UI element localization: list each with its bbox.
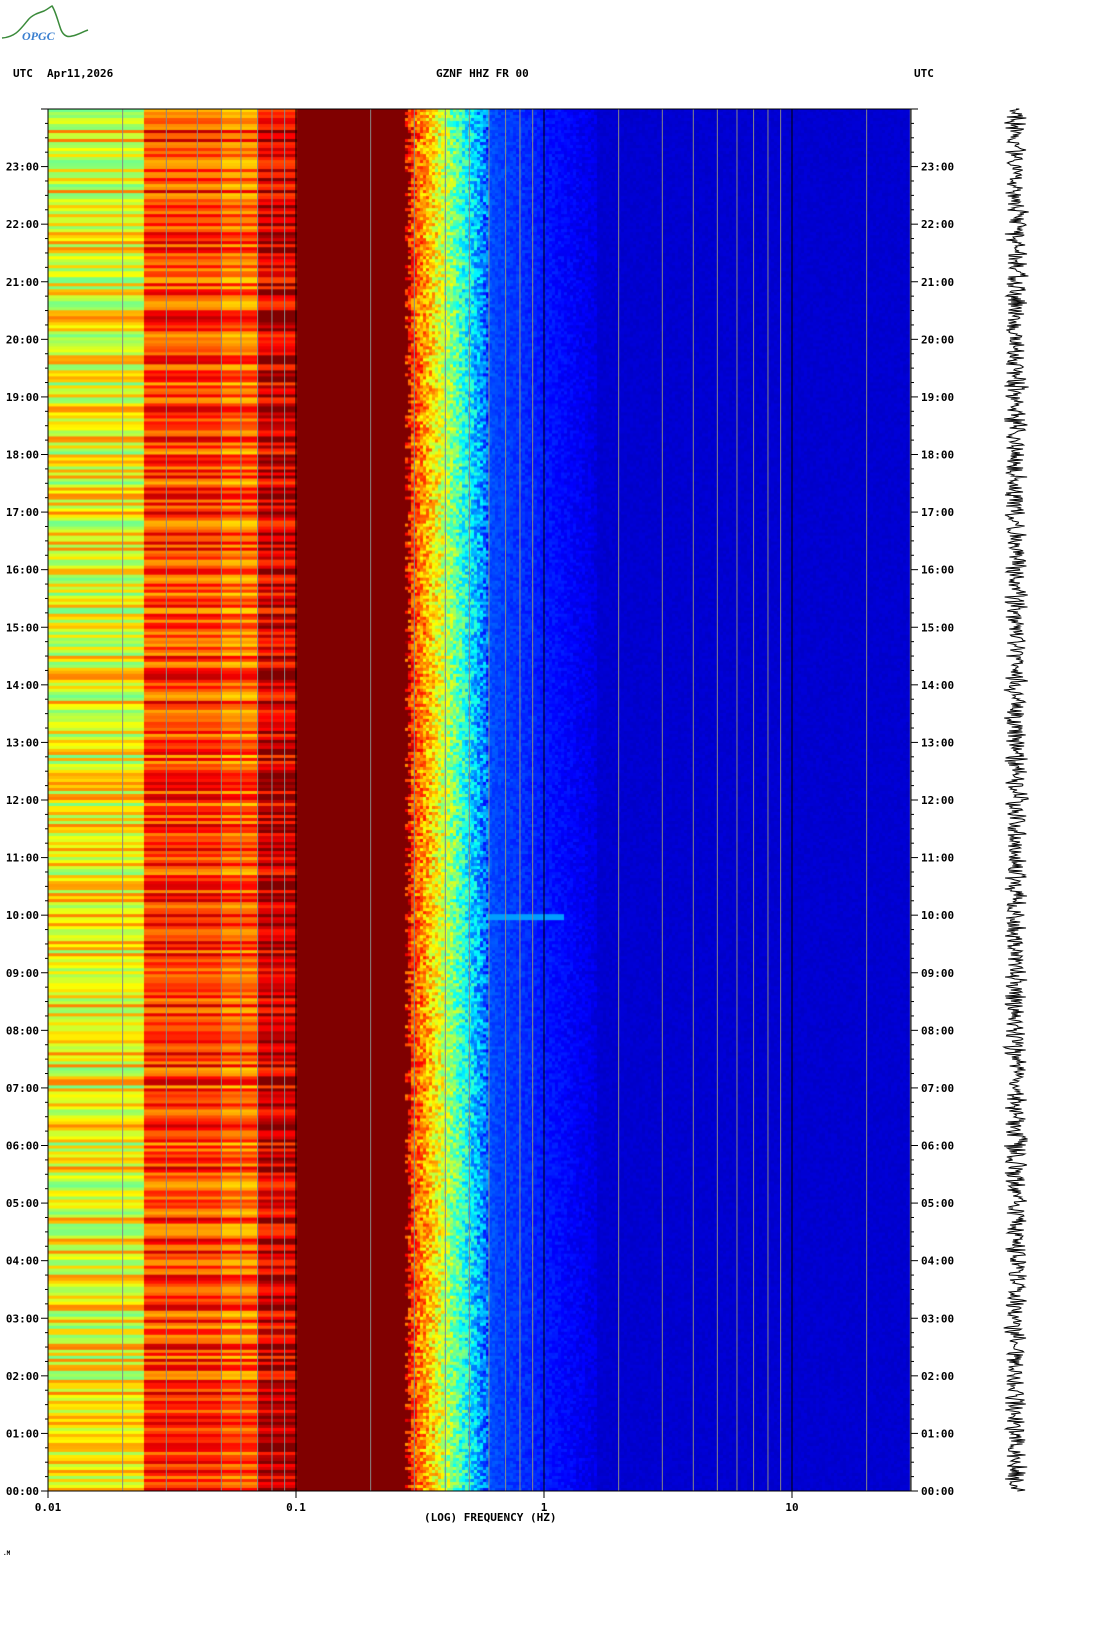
y-tick-label-left: 23:00 [6, 161, 39, 174]
y-tick-label-right: 07:00 [921, 1082, 954, 1095]
y-tick-label-left: 19:00 [6, 391, 39, 404]
y-tick-label-right: 17:00 [921, 506, 954, 519]
y-tick-label-left: 08:00 [6, 1024, 39, 1037]
y-tick-label-right: 16:00 [921, 564, 954, 577]
y-tick-label-left: 21:00 [6, 276, 39, 289]
y-tick-label-right: 01:00 [921, 1427, 954, 1440]
y-tick-label-right: 10:00 [921, 909, 954, 922]
plot-frame [47, 108, 912, 1492]
y-tick-label-left: 09:00 [6, 967, 39, 980]
footnote: .M [3, 1550, 11, 1557]
y-tick-label-right: 04:00 [921, 1255, 954, 1268]
x-tick-label: 10 [785, 1501, 798, 1514]
y-tick-label-right: 11:00 [921, 852, 954, 865]
y-tick-label-right: 03:00 [921, 1312, 954, 1325]
y-tick-label-right: 09:00 [921, 967, 954, 980]
y-tick-label-left: 12:00 [6, 794, 39, 807]
y-tick-label-right: 21:00 [921, 276, 954, 289]
y-tick-label-left: 05:00 [6, 1197, 39, 1210]
y-tick-label-right: 02:00 [921, 1370, 954, 1383]
y-tick-label-left: 06:00 [6, 1140, 39, 1153]
y-tick-label-right: 23:00 [921, 161, 954, 174]
y-tick-label-left: 04:00 [6, 1255, 39, 1268]
x-axis-label: (LOG) FREQUENCY (HZ) [424, 1511, 557, 1524]
y-tick-label-left: 20:00 [6, 333, 39, 346]
y-tick-label-left: 01:00 [6, 1427, 39, 1440]
y-tick-label-right: 08:00 [921, 1024, 954, 1037]
y-tick-label-left: 18:00 [6, 449, 39, 462]
y-tick-label-left: 02:00 [6, 1370, 39, 1383]
y-tick-label-right: 05:00 [921, 1197, 954, 1210]
y-tick-label-left: 16:00 [6, 564, 39, 577]
y-tick-label-right: 12:00 [921, 794, 954, 807]
x-tick-label: 0.1 [286, 1501, 306, 1514]
y-tick-label-left: 14:00 [6, 679, 39, 692]
y-tick-label-right: 06:00 [921, 1140, 954, 1153]
chart-axes: 00:00 00:00 01:00 01:00 02:00 02:00 03:00 03:00… [6, 108, 1029, 1514]
y-tick-label-left: 15:00 [6, 621, 39, 634]
y-tick-label-right: 19:00 [921, 391, 954, 404]
x-tick-label: 0.01 [35, 1501, 62, 1514]
y-tick-label-left: 07:00 [6, 1082, 39, 1095]
seismogram-trace [1002, 108, 1029, 1492]
y-tick-label-right: 18:00 [921, 449, 954, 462]
y-tick-label-left: 13:00 [6, 736, 39, 749]
y-tick-label-right: 20:00 [921, 333, 954, 346]
y-tick-label-right: 14:00 [921, 679, 954, 692]
y-tick-label-left: 00:00 [6, 1485, 39, 1498]
y-tick-label-right: 13:00 [921, 736, 954, 749]
y-tick-label-left: 22:00 [6, 218, 39, 231]
y-tick-label-left: 10:00 [6, 909, 39, 922]
y-tick-label-right: 00:00 [921, 1485, 954, 1498]
y-tick-label-left: 03:00 [6, 1312, 39, 1325]
y-tick-label-right: 15:00 [921, 621, 954, 634]
y-tick-label-right: 22:00 [921, 218, 954, 231]
y-tick-label-left: 17:00 [6, 506, 39, 519]
y-tick-label-left: 11:00 [6, 852, 39, 865]
